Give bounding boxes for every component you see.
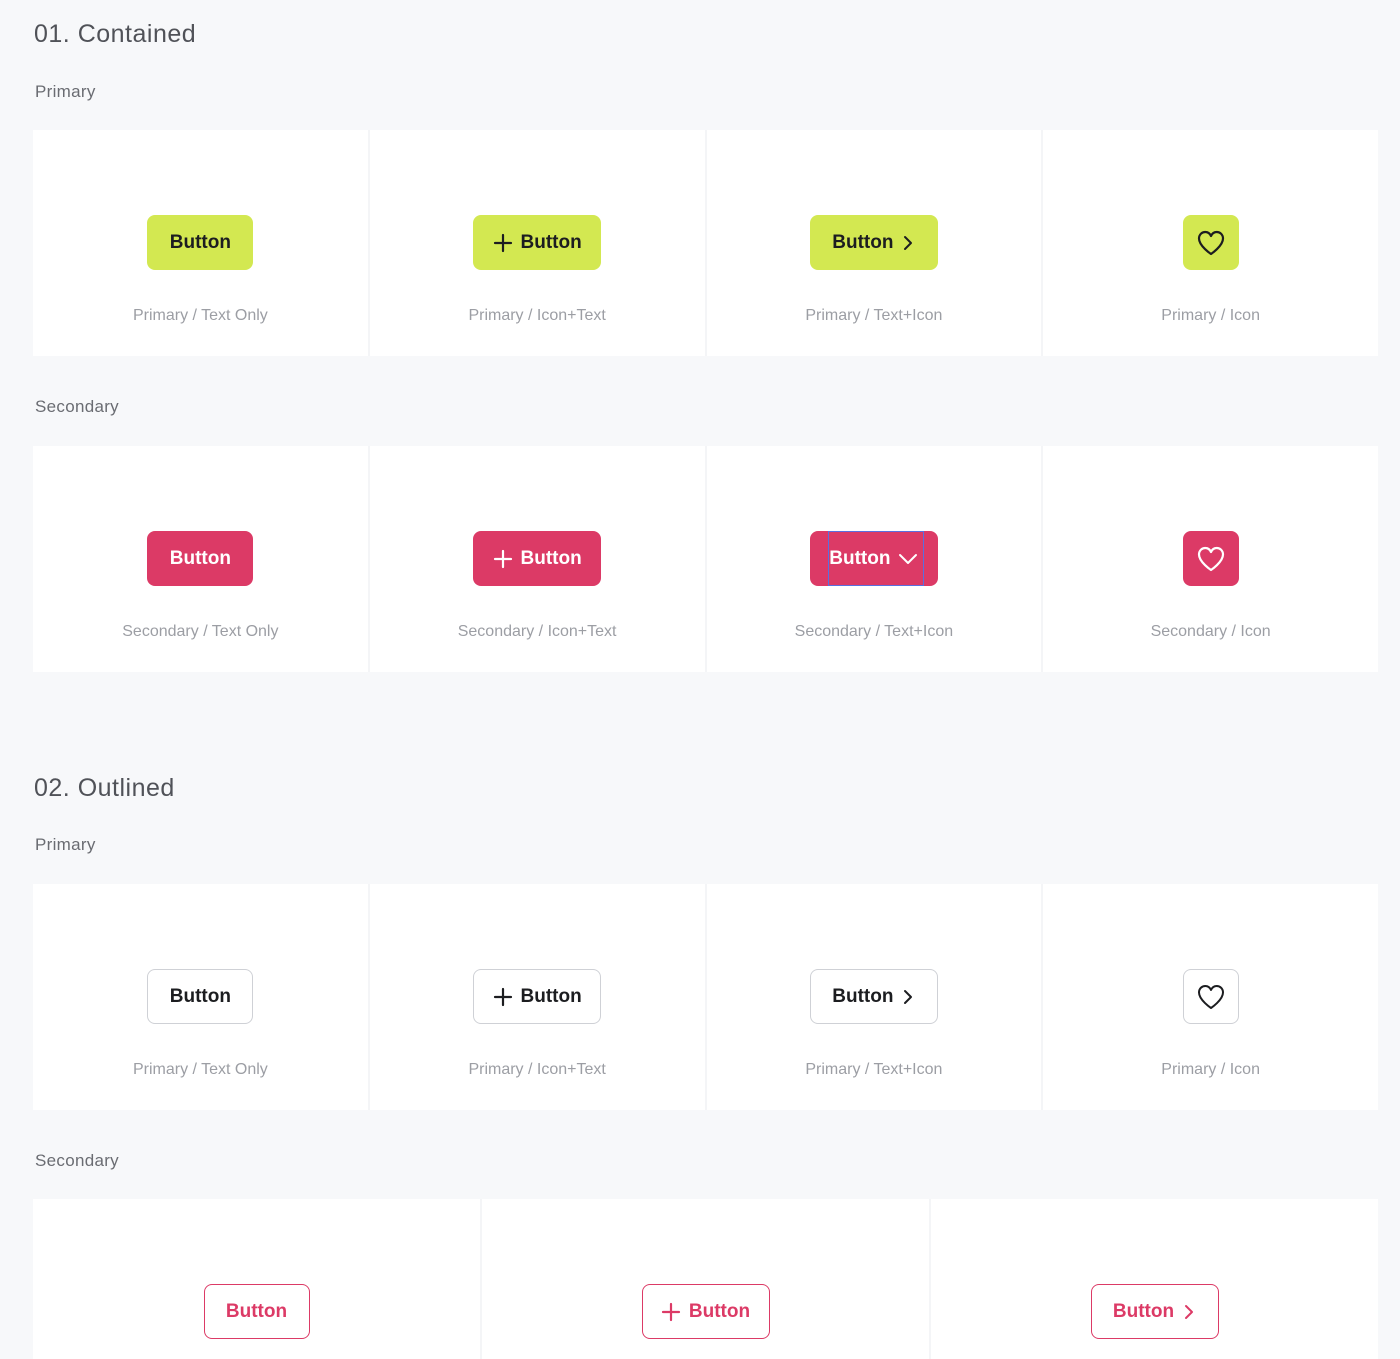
- variant-cell: Button Secondary / Text+Icon: [706, 446, 1044, 672]
- variant-cell: Button Secondary / Icon+Text: [369, 446, 707, 672]
- button-label: Button: [169, 231, 231, 253]
- secondary-outlined-text-only-button[interactable]: Button: [203, 1284, 310, 1339]
- variant-caption: Secondary / Icon: [1150, 623, 1271, 640]
- primary-icon-button[interactable]: [1182, 215, 1239, 270]
- panel-outlined-secondary: Button Button Button: [33, 1199, 1378, 1359]
- variant-caption: Primary / Icon+Text: [468, 307, 606, 324]
- variant-caption: Secondary / Icon+Text: [457, 623, 617, 640]
- variant-cell: Button Primary / Text Only: [33, 884, 370, 1110]
- variant-caption: Primary / Icon+Text: [468, 1061, 606, 1078]
- button-label: Button: [225, 1300, 288, 1322]
- chevron-down-icon: [898, 552, 918, 566]
- primary-outlined-text-only-button[interactable]: Button: [147, 969, 254, 1024]
- variant-cell: Button: [931, 1199, 1378, 1359]
- button-label: Button: [169, 985, 231, 1007]
- primary-text-icon-button[interactable]: Button: [809, 215, 938, 270]
- group-label-outlined-primary: Primary: [35, 835, 96, 854]
- plus-icon: [661, 1302, 681, 1322]
- secondary-outlined-text-icon-button[interactable]: Button: [1090, 1284, 1219, 1339]
- button-label: Button: [829, 547, 891, 569]
- button-label: Button: [1112, 1300, 1175, 1322]
- primary-outlined-text-icon-button[interactable]: Button: [809, 969, 938, 1024]
- variant-cell: Primary / Icon: [1043, 884, 1378, 1110]
- variant-caption: Primary / Icon: [1161, 307, 1260, 324]
- button-label: Button: [688, 1300, 751, 1322]
- variant-caption: Secondary / Text Only: [122, 623, 279, 640]
- panel-contained-primary: Button Primary / Text Only Button Primar…: [33, 130, 1378, 356]
- heart-icon: [1196, 983, 1226, 1011]
- primary-outlined-icon-button[interactable]: [1182, 969, 1239, 1024]
- button-label: Button: [832, 231, 894, 253]
- secondary-outlined-icon-text-button[interactable]: Button: [641, 1284, 770, 1339]
- variant-caption: Primary / Text Only: [132, 1061, 268, 1078]
- variant-cell: Button: [33, 1199, 482, 1359]
- secondary-icon-button[interactable]: [1182, 531, 1239, 586]
- variant-cell: Button Primary / Text Only: [33, 130, 370, 356]
- panel-contained-secondary: Button Secondary / Text Only Button Seco…: [33, 446, 1378, 672]
- heart-icon: [1196, 545, 1226, 573]
- section-title-contained: 01. Contained: [34, 20, 197, 48]
- button-label: Button: [169, 547, 231, 569]
- panel-outlined-primary: Button Primary / Text Only Button Primar…: [33, 884, 1378, 1110]
- heart-icon: [1196, 229, 1226, 257]
- plus-icon: [493, 549, 513, 569]
- plus-icon: [493, 987, 513, 1007]
- group-label-contained-primary: Primary: [35, 82, 96, 101]
- secondary-text-icon-button[interactable]: Button: [809, 531, 938, 586]
- variant-caption: Primary / Text Only: [132, 307, 268, 324]
- button-label: Button: [520, 985, 582, 1007]
- primary-icon-text-button[interactable]: Button: [473, 215, 602, 270]
- variant-caption: Primary / Text+Icon: [805, 1061, 943, 1078]
- primary-text-only-button[interactable]: Button: [147, 215, 254, 270]
- variant-cell: Button Secondary / Text Only: [33, 446, 370, 672]
- chevron-right-icon: [901, 235, 915, 251]
- variant-caption: Primary / Text+Icon: [805, 307, 943, 324]
- group-label-contained-secondary: Secondary: [35, 397, 119, 416]
- variant-cell: Button: [482, 1199, 931, 1359]
- plus-icon: [493, 233, 513, 253]
- variant-cell: Button Primary / Icon+Text: [369, 130, 707, 356]
- variant-caption: Secondary / Text+Icon: [794, 623, 954, 640]
- section-title-outlined: 02. Outlined: [34, 774, 175, 802]
- chevron-right-icon: [1182, 1304, 1196, 1320]
- button-label: Button: [520, 231, 582, 253]
- group-label-outlined-secondary: Secondary: [35, 1151, 119, 1170]
- button-label: Button: [832, 985, 894, 1007]
- button-label: Button: [520, 547, 582, 569]
- variant-cell: Primary / Icon: [1043, 130, 1378, 356]
- variant-cell: Button Primary / Icon+Text: [369, 884, 707, 1110]
- secondary-text-only-button[interactable]: Button: [147, 531, 254, 586]
- variant-cell: Secondary / Icon: [1043, 446, 1378, 672]
- variant-cell: Button Primary / Text+Icon: [706, 884, 1044, 1110]
- secondary-icon-text-button[interactable]: Button: [473, 531, 602, 586]
- chevron-right-icon: [901, 989, 915, 1005]
- primary-outlined-icon-text-button[interactable]: Button: [473, 969, 602, 1024]
- variant-caption: Primary / Icon: [1161, 1061, 1260, 1078]
- variant-cell: Button Primary / Text+Icon: [706, 130, 1044, 356]
